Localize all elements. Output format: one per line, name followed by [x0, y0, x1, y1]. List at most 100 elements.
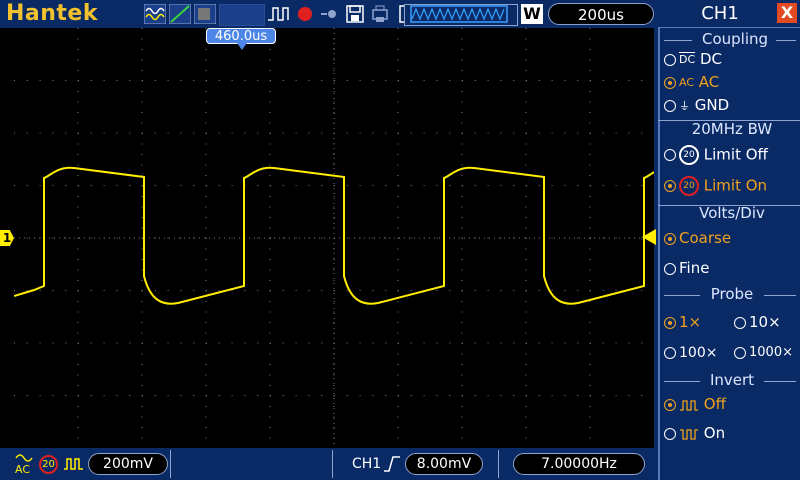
grid-dot: [397, 28, 399, 29]
grid-dot: [410, 395, 412, 396]
divider: [764, 295, 796, 296]
display-mode-icon[interactable]: [169, 4, 191, 24]
print-icon[interactable]: [370, 4, 390, 24]
persist-icon[interactable]: [194, 4, 216, 24]
probe-1000x-option[interactable]: 1000×: [734, 345, 793, 360]
radio-icon: [664, 427, 676, 440]
grid-dot: [205, 332, 207, 334]
volts-fine-option[interactable]: Fine: [664, 259, 709, 277]
probe-10x-option[interactable]: 10×: [734, 313, 781, 331]
waveform-screen[interactable]: [13, 28, 800, 449]
record-icon[interactable]: [295, 4, 315, 24]
bw-limit-off-option[interactable]: 20 Limit Off: [664, 145, 768, 165]
grid-dot: [77, 364, 79, 365]
grid-dot: [77, 28, 79, 29]
grid-dot: [410, 290, 412, 291]
grid-dot: [589, 427, 591, 428]
grid-dot: [577, 342, 579, 344]
invert-off-option[interactable]: Off: [664, 395, 726, 413]
bw-limit-on-option[interactable]: 20 Limit On: [664, 176, 767, 196]
volts-coarse-option[interactable]: Coarse: [664, 229, 731, 247]
grid-dot: [641, 342, 643, 344]
grid-dot: [461, 206, 463, 208]
coupling-dc-option[interactable]: DC DC: [664, 50, 722, 68]
grid-dot: [564, 132, 566, 134]
grid-dot: [193, 395, 195, 396]
grid-dot: [206, 395, 207, 396]
grid-dot: [52, 237, 54, 239]
grid-dot: [141, 437, 143, 439]
divider: [764, 381, 796, 382]
grid-dot: [525, 122, 527, 124]
grid-dot: [77, 406, 79, 407]
waveform-mode-badge[interactable]: W: [521, 4, 543, 24]
grid-dot: [461, 406, 463, 407]
grid-dot: [65, 237, 67, 239]
grid-dot: [26, 342, 28, 344]
save-icon[interactable]: [345, 4, 365, 24]
grid-dot: [525, 49, 527, 50]
coupling-gnd-option[interactable]: ⏚ GND: [664, 96, 729, 114]
grid-dot: [206, 80, 207, 81]
grid-dot: [269, 164, 271, 166]
grid-dot: [269, 154, 271, 155]
grid-dot: [257, 237, 259, 239]
grid-dot: [231, 80, 233, 81]
grid-dot: [513, 80, 515, 81]
probe-100x-option[interactable]: 100×: [664, 345, 717, 361]
grid-dot: [525, 427, 527, 428]
grid-dot: [333, 206, 335, 208]
radio-icon: [664, 149, 676, 161]
grid-dot: [180, 342, 182, 344]
coupling-ac-option[interactable]: AC AC: [664, 73, 719, 91]
grid-dot: [65, 290, 67, 291]
grid-dot: [77, 353, 79, 355]
grid-dot: [116, 342, 118, 344]
grid-dot: [397, 217, 399, 218]
timebase-readout[interactable]: 200us: [548, 3, 654, 25]
grid-dot: [129, 80, 131, 81]
grid-dot: [77, 206, 79, 208]
invert-on-option[interactable]: On: [664, 424, 725, 442]
grid-dot: [397, 59, 399, 61]
grid-dot: [193, 80, 195, 81]
radio-icon: [734, 316, 746, 329]
run-stop-icon[interactable]: [267, 4, 295, 24]
grid-dot: [551, 185, 553, 186]
close-button[interactable]: X: [777, 3, 797, 23]
grid-dot: [436, 290, 438, 291]
grid-dot: [270, 290, 271, 291]
grid-dot: [218, 290, 220, 291]
acquire-mode-icon[interactable]: [144, 4, 166, 24]
bottom-divider: [498, 450, 499, 478]
grid-dot: [538, 290, 540, 291]
grid-dot: [218, 342, 220, 344]
trigger-source[interactable]: CH1: [352, 456, 381, 472]
trigger-level-marker[interactable]: [640, 229, 656, 245]
memory-window[interactable]: [404, 4, 518, 26]
grid-dot: [590, 185, 591, 186]
grid-dot: [269, 437, 271, 439]
grid-dot: [461, 28, 463, 29]
grid-dot: [52, 185, 54, 186]
coupling-title: Coupling: [701, 30, 769, 48]
grid-dot: [526, 237, 527, 239]
grid-dot: [474, 395, 476, 396]
grid-dot: [205, 248, 207, 250]
grid-dot: [589, 311, 591, 313]
trigger-level-readout[interactable]: 8.00mV: [405, 453, 483, 475]
grid-dot: [589, 217, 591, 218]
grid-dot: [167, 395, 169, 396]
grid-dot: [205, 427, 207, 428]
grid-dot: [269, 322, 271, 323]
grid-dot: [141, 49, 143, 50]
grid-dot: [589, 206, 591, 208]
grid-dot: [206, 132, 207, 134]
grid-dot: [333, 311, 335, 313]
grid-dot: [295, 185, 297, 186]
ch1-volts-div[interactable]: 200mV: [88, 453, 168, 475]
radio-selected-icon: [664, 232, 676, 245]
probe-1x-option[interactable]: 1×: [664, 313, 701, 331]
grid-dot: [269, 227, 271, 229]
grid-dot: [385, 80, 387, 81]
